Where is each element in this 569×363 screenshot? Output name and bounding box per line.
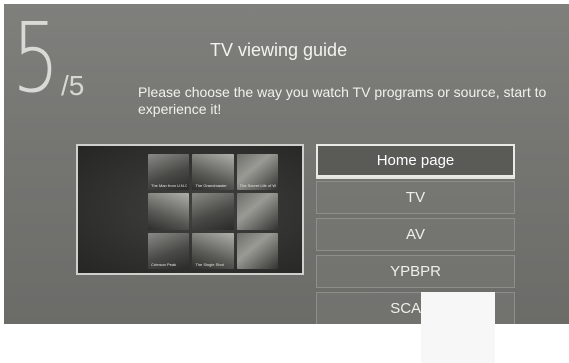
photo-glare [421, 292, 495, 363]
tv-screen: 5 /5 TV viewing guide Please choose the … [4, 4, 569, 324]
poster-thumbnail: The Secret Life of Wal [236, 154, 278, 191]
poster-grid: The Man from U.N.C.L.E. The Grandmaster … [148, 154, 278, 269]
page-title: TV viewing guide [210, 40, 348, 60]
menu-item-home-page[interactable]: Home page [316, 144, 515, 177]
menu-item-tv[interactable]: TV [316, 181, 515, 214]
step-total-number: /5 [61, 70, 85, 101]
guide-description: Please choose the way you watch TV progr… [138, 84, 547, 117]
step-current-number: 5 [12, 4, 60, 114]
poster-caption: Crimson Peak [151, 261, 177, 267]
menu-item-av[interactable]: AV [316, 218, 515, 251]
poster-thumbnail [192, 193, 234, 230]
poster-thumbnail: The Single Shot [192, 232, 234, 269]
poster-thumbnail: The Man from U.N.C.L.E. [148, 154, 190, 191]
poster-thumbnail: Crimson Peak [148, 232, 190, 269]
poster-thumbnail [236, 232, 278, 269]
poster-thumbnail: The Grandmaster [192, 154, 234, 191]
poster-caption: The Man from U.N.C.L.E. [151, 183, 188, 189]
home-page-preview: The Man from U.N.C.L.E. The Grandmaster … [76, 144, 304, 275]
menu-item-ypbpr[interactable]: YPBPR [316, 255, 515, 288]
poster-thumbnail [236, 193, 278, 230]
poster-thumbnail [148, 193, 190, 230]
poster-caption: The Grandmaster [195, 183, 227, 189]
poster-caption: The Single Shot [195, 261, 224, 267]
poster-caption: The Secret Life of Wal [239, 183, 276, 189]
